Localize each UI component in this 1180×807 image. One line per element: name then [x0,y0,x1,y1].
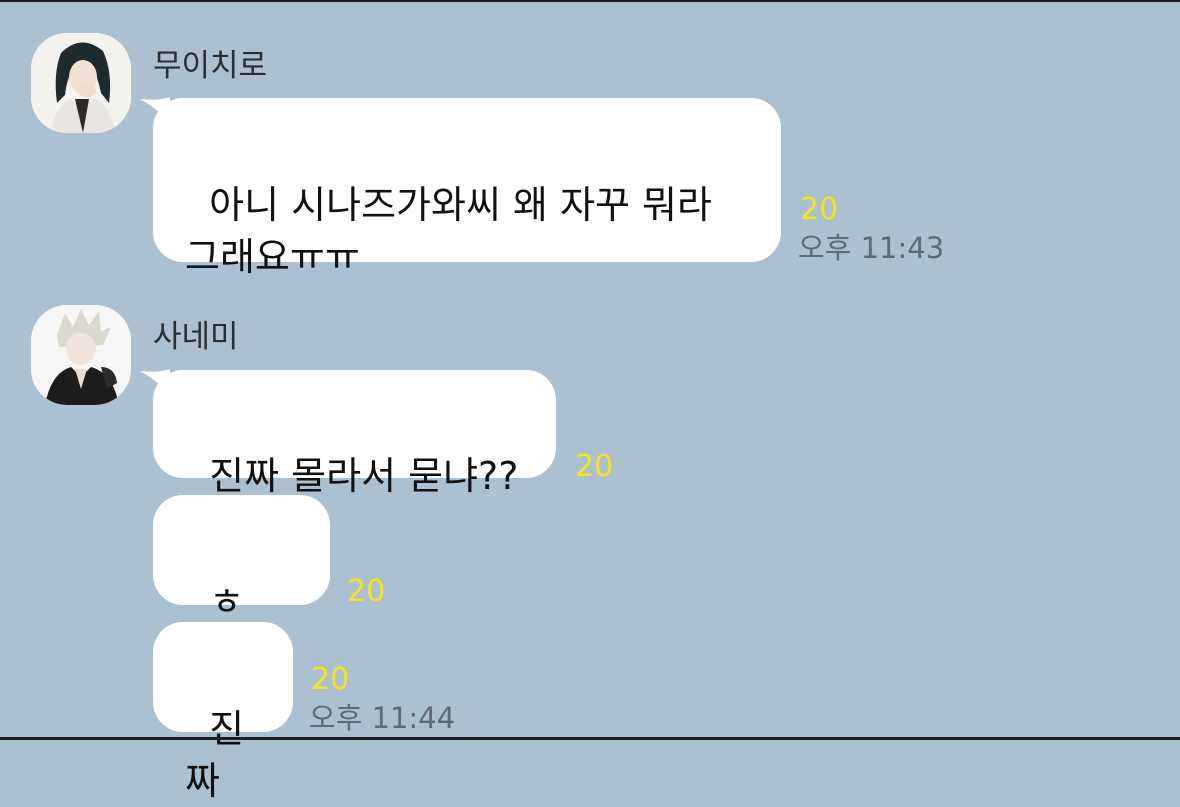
timestamp: 오후 11:43 [798,231,945,265]
message-bubble[interactable]: 진짜 몰라서 묻냐?? [153,370,556,498]
message-bubble[interactable]: ㅎㅏ... [153,495,330,676]
timestamp: 오후 11:44 [309,701,456,735]
profile-photo-icon [31,33,131,133]
message-bubble[interactable]: 진짜 [153,622,293,803]
unread-count: 20 [575,449,614,484]
avatar-sanemi[interactable] [31,305,131,405]
sender-name: 무이치로 [153,48,268,84]
avatar-muichiro[interactable] [31,33,131,133]
message-text: 진짜 몰라서 묻냐?? [209,454,519,498]
message-bubble[interactable]: 아니 시나즈가와씨 왜 자꾸 뭐라 그래요ㅠㅠ [153,98,781,279]
sender-name: 사네미 [153,319,239,355]
message-text: 아니 시나즈가와씨 왜 자꾸 뭐라 그래요ㅠㅠ [185,183,712,279]
profile-photo-icon [31,305,131,405]
top-edge [0,0,1180,2]
unread-count: 20 [347,574,386,609]
message-text: 진짜 [185,707,245,803]
unread-count: 20 [800,192,839,227]
unread-count: 20 [311,662,350,697]
